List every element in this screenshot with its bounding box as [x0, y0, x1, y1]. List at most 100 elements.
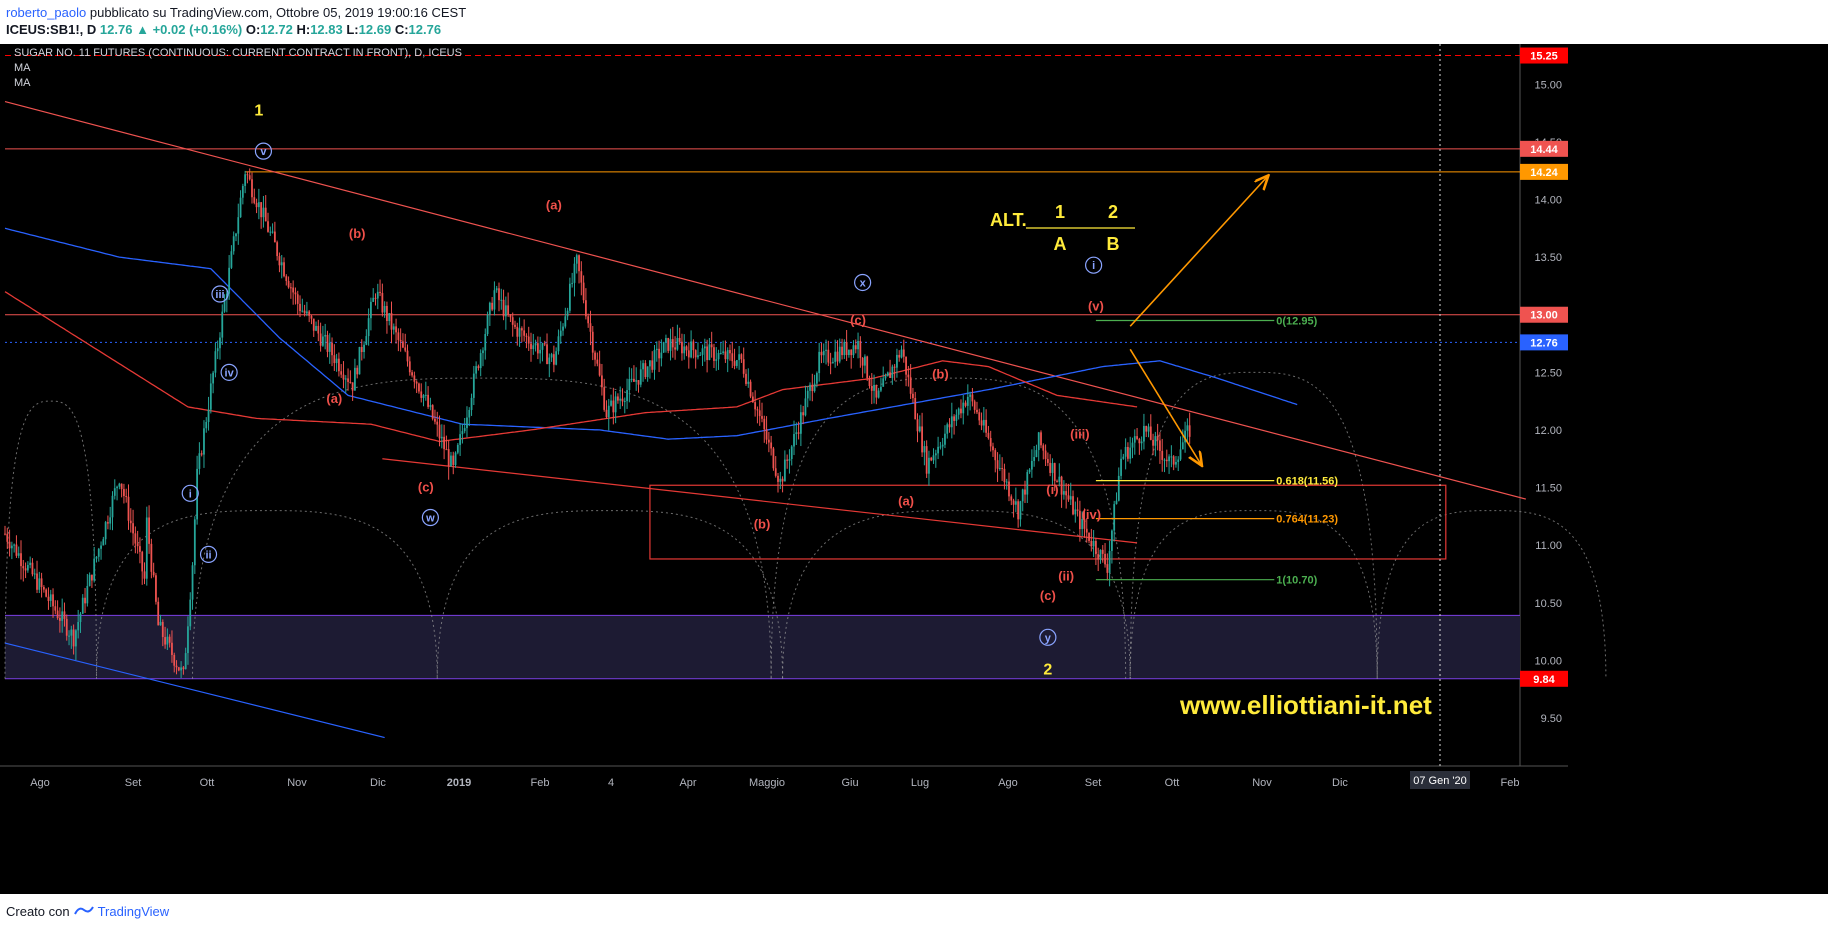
candle-body — [1003, 468, 1006, 483]
candle-body — [383, 305, 386, 313]
candle-body — [676, 337, 679, 350]
x-tick-label: Giu — [841, 777, 858, 789]
candle-body — [404, 347, 407, 351]
candle-body — [973, 401, 976, 410]
candle-body — [733, 361, 736, 366]
candle-body — [994, 450, 997, 461]
price-tag-label: 12.76 — [1530, 337, 1558, 349]
candle-body — [386, 305, 388, 321]
candle-body — [68, 635, 70, 637]
candle-body — [4, 533, 6, 535]
candle-body — [504, 305, 507, 317]
candle-body — [161, 621, 164, 638]
price-chart[interactable]: 0(12.95) 0.618(11.56) 0.764(11.23) 1(10.70)… — [0, 44, 1828, 894]
candle-body — [1065, 491, 1068, 496]
candle-body — [237, 217, 240, 234]
chart-container[interactable]: 0(12.95) 0.618(11.56) 0.764(11.23) 1(10.70)… — [0, 44, 1828, 894]
candle-body — [1104, 553, 1106, 565]
candle-body — [681, 341, 683, 354]
support-zone — [5, 615, 1520, 679]
candle-body — [488, 302, 491, 315]
candle-body — [1060, 476, 1063, 495]
candle-body — [543, 343, 546, 345]
candle-body — [955, 414, 958, 421]
candle-body — [207, 409, 210, 422]
candle-body — [1113, 504, 1116, 531]
symbol-label[interactable]: ICEUS:SB1!, D — [6, 22, 96, 37]
candle-body — [589, 323, 592, 332]
price-change: +0.02 (+0.16%) — [152, 22, 243, 37]
candle-body — [598, 363, 601, 376]
candle-body — [74, 630, 77, 647]
candle-body — [40, 578, 43, 588]
candle-body — [335, 358, 338, 364]
candle-body — [456, 444, 459, 453]
wave-label-minor: (i) — [1046, 482, 1058, 497]
candle-body — [882, 378, 885, 387]
candle-body — [443, 436, 446, 450]
candle-body — [584, 300, 587, 317]
candle-body — [884, 376, 887, 379]
fib-level-label: 0.618(11.56) — [1276, 476, 1338, 488]
candle-body — [639, 369, 642, 385]
candle-body — [880, 386, 882, 391]
candle-body — [422, 395, 425, 398]
wave-label-major: 1 — [254, 103, 263, 120]
candle-body — [582, 282, 585, 301]
candle-body — [838, 346, 841, 362]
candle-body — [143, 571, 146, 579]
candle-body — [845, 341, 848, 356]
candle-body — [482, 350, 484, 354]
candle-body — [683, 346, 686, 354]
candle-body — [15, 544, 18, 556]
candle-body — [239, 197, 242, 218]
tradingview-logo-icon[interactable] — [73, 904, 95, 919]
candle-body — [296, 294, 299, 304]
candle-body — [859, 340, 862, 358]
candle-body — [722, 351, 725, 353]
candle-body — [614, 396, 617, 413]
candle-body — [960, 408, 962, 414]
candle-body — [836, 351, 839, 362]
candle-body — [1108, 550, 1111, 573]
candle-body — [155, 575, 157, 602]
candle-body — [941, 444, 944, 447]
candle-body — [498, 288, 500, 301]
candle-body — [168, 636, 171, 643]
candle-body — [1186, 425, 1189, 431]
watermark-text: www.elliottiani-it.net — [1179, 690, 1432, 720]
tradingview-brand[interactable]: TradingView — [98, 904, 170, 919]
candle-body — [619, 398, 622, 401]
y-tick-label: 12.50 — [1534, 367, 1562, 379]
candle-body — [514, 324, 516, 327]
candle-body — [738, 354, 741, 361]
candle-body — [171, 642, 173, 655]
candle-body — [198, 453, 201, 469]
candle-body — [255, 202, 258, 208]
candle-body — [891, 366, 894, 378]
candle-body — [301, 310, 304, 312]
candle-body — [857, 340, 859, 350]
candle-body — [1188, 425, 1191, 437]
candle-body — [79, 613, 82, 622]
candle-body — [438, 424, 441, 439]
candle-body — [502, 299, 505, 317]
candle-body — [180, 667, 182, 671]
x-tick-label: Ago — [30, 777, 50, 789]
candle-body — [896, 354, 898, 368]
candle-body — [1140, 441, 1143, 444]
published-text: pubblicato su TradingView.com, Ottobre 0… — [89, 5, 467, 20]
wave-label-minor: (c) — [418, 480, 434, 495]
y-tick-label: 10.00 — [1534, 655, 1562, 667]
candle-body — [285, 276, 288, 281]
wave-label: v — [260, 146, 267, 158]
candle-body — [909, 377, 912, 394]
candle-body — [308, 311, 311, 316]
candle-body — [148, 517, 150, 544]
candle-body — [356, 367, 359, 375]
wave-label: x — [860, 277, 867, 289]
candle-body — [54, 606, 57, 611]
candle-body — [72, 629, 75, 647]
author-link[interactable]: roberto_paolo — [6, 5, 86, 20]
wave-label-minor: (b) — [349, 226, 366, 241]
